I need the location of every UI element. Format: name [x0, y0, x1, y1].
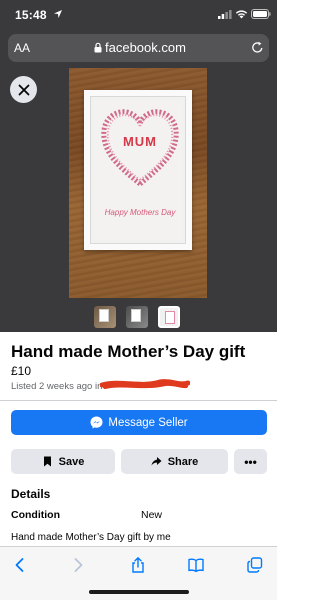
share-button[interactable]: Share [121, 449, 228, 474]
section-divider [0, 400, 277, 401]
photo-caption-text: Happy Mothers Day [104, 208, 176, 217]
url-text: facebook.com [105, 40, 186, 55]
battery-icon [251, 9, 271, 19]
share-icon[interactable] [130, 557, 146, 573]
save-label: Save [58, 455, 85, 468]
share-arrow-icon [151, 457, 162, 466]
picture-frame: MUM Happy Mothers Day [84, 90, 192, 250]
message-seller-label: Message Seller [108, 416, 188, 429]
close-icon [18, 84, 29, 95]
thumbnail-1[interactable] [94, 306, 116, 328]
status-bar: 15:48 [0, 0, 277, 30]
condition-label: Condition [11, 509, 60, 521]
top-chrome: 15:48 AA facebook.com MUM Happy Mothers … [0, 0, 277, 332]
close-button[interactable] [10, 76, 37, 103]
thumbnail-frame [165, 311, 175, 324]
thumbnail-frame [99, 309, 109, 322]
condition-value: New [141, 509, 163, 521]
bookmark-icon [43, 456, 51, 467]
listing-description: Hand made Mother’s Day gift by me [11, 532, 171, 543]
signal-icon [218, 10, 232, 19]
message-seller-button[interactable]: Message Seller [11, 410, 267, 435]
thumbnail-strip [94, 306, 184, 328]
listing-title: Hand made Mother’s Day gift [11, 342, 246, 361]
forward-icon[interactable] [70, 557, 86, 573]
home-indicator [89, 590, 189, 594]
tabs-icon[interactable] [247, 557, 263, 573]
thumbnail-3-selected[interactable] [158, 306, 180, 328]
reload-icon[interactable] [251, 41, 264, 54]
photo-mum-text: MUM [122, 134, 158, 149]
redaction-scribble [100, 379, 190, 389]
address-bar[interactable]: AA facebook.com [8, 34, 269, 62]
wifi-icon [235, 10, 248, 19]
location-arrow-icon [54, 10, 62, 18]
status-time: 15:48 [15, 8, 47, 22]
listing-price: £10 [11, 364, 32, 378]
listing-details-panel: Hand made Mother’s Day gift £10 Listed 2… [0, 332, 277, 546]
more-options-button[interactable]: ••• [234, 449, 267, 474]
heart-embroidery [101, 109, 179, 188]
listing-posted-info: Listed 2 weeks ago in [11, 381, 103, 392]
share-label: Share [167, 455, 199, 468]
text-size-button[interactable]: AA [14, 41, 30, 55]
lock-icon [94, 42, 102, 53]
save-button[interactable]: Save [11, 449, 115, 474]
listing-photo[interactable]: MUM Happy Mothers Day [69, 68, 207, 298]
text-size-label: AA [14, 41, 31, 55]
thumbnail-2[interactable] [126, 306, 148, 328]
messenger-icon [90, 416, 103, 429]
thumbnail-frame [131, 309, 141, 322]
back-icon[interactable] [12, 557, 28, 573]
details-heading: Details [11, 487, 51, 501]
frame-artwork: MUM Happy Mothers Day [94, 100, 182, 240]
bookmarks-icon[interactable] [188, 557, 204, 573]
more-options-label: ••• [244, 454, 257, 469]
